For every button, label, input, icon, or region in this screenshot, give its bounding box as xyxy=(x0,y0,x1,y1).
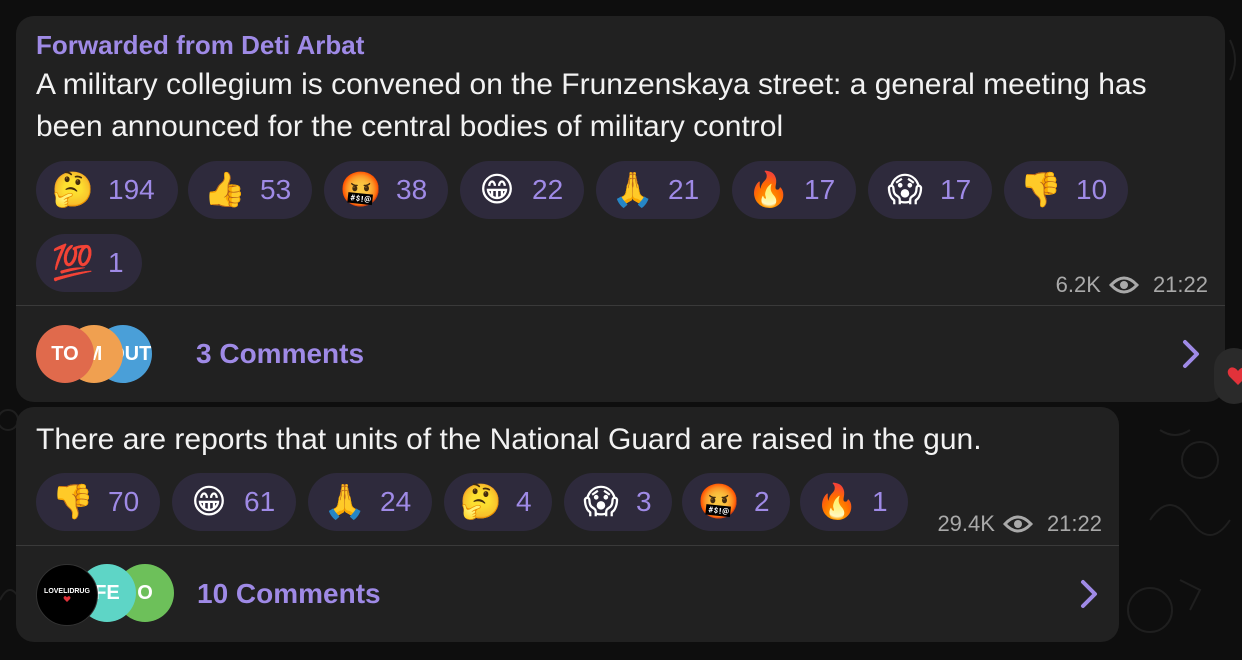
reaction-count: 17 xyxy=(940,174,972,205)
forwarded-from-label[interactable]: Forwarded from Deti Arbat xyxy=(36,30,364,61)
heart-icon xyxy=(1227,367,1242,385)
reaction-count: 4 xyxy=(516,486,532,517)
screaming-face-icon: 😱 xyxy=(583,482,619,522)
message-text: A military collegium is convened on the … xyxy=(36,68,1147,143)
reaction-count: 194 xyxy=(108,174,155,205)
message-time: 21:22 xyxy=(1046,511,1102,536)
heart-icon xyxy=(63,595,71,602)
reaction-count: 3 xyxy=(636,486,652,517)
thumbs-down-icon: 👎 xyxy=(1019,170,1063,210)
reaction-button[interactable]: 😁 22 xyxy=(460,161,584,219)
reaction-button[interactable]: 👍 53 xyxy=(188,161,312,219)
reaction-button[interactable]: 🤔 4 xyxy=(444,473,552,531)
avatar-initials: LOVELIDRUG xyxy=(44,587,90,595)
message-bubble-1[interactable]: Forwarded from Deti Arbat A military col… xyxy=(16,16,1225,402)
chevron-right-icon xyxy=(1183,340,1199,368)
reaction-count: 53 xyxy=(260,174,292,205)
reaction-button[interactable]: 🙏 24 xyxy=(308,473,432,531)
reaction-count: 10 xyxy=(1076,174,1108,205)
thumbs-up-icon: 👍 xyxy=(203,170,247,210)
reaction-count: 61 xyxy=(244,486,276,517)
reaction-count: 24 xyxy=(380,486,412,517)
reaction-count: 1 xyxy=(872,486,888,517)
reaction-button[interactable]: 💯 1 xyxy=(36,234,142,292)
reaction-count: 17 xyxy=(804,174,836,205)
reaction-button[interactable]: 🤬 38 xyxy=(324,161,448,219)
folded-hands-icon: 🙏 xyxy=(611,170,655,210)
reaction-button[interactable]: 🔥 1 xyxy=(800,473,908,531)
reaction-button[interactable]: 😱 17 xyxy=(868,161,992,219)
view-count: 29.4K xyxy=(937,511,995,536)
reaction-button[interactable]: 🔥 17 xyxy=(732,161,856,219)
avatar-initials: TO xyxy=(51,342,79,365)
screaming-face-icon: 😱 xyxy=(887,170,923,210)
fire-icon: 🔥 xyxy=(747,170,791,210)
grinning-face-icon: 😁 xyxy=(479,170,515,210)
chevron-right-icon xyxy=(1081,580,1097,608)
thinking-face-icon: 🤔 xyxy=(459,482,503,522)
reaction-button[interactable]: 👎 70 xyxy=(36,473,160,531)
cursing-face-icon: 🤬 xyxy=(697,482,741,522)
avatar-initials: O xyxy=(137,581,153,604)
view-count: 6.2K xyxy=(1055,272,1101,297)
reaction-button[interactable]: 🤔 194 xyxy=(36,161,178,219)
avatar: LOVELIDRUG xyxy=(36,564,98,626)
reaction-button[interactable]: 🤬 2 xyxy=(682,473,790,531)
heart-reaction-peek[interactable] xyxy=(1214,348,1242,404)
cursing-face-icon: 🤬 xyxy=(339,170,383,210)
reaction-button[interactable]: 🙏 21 xyxy=(596,161,720,219)
reaction-count: 21 xyxy=(668,174,700,205)
thumbs-down-icon: 👎 xyxy=(51,482,95,522)
reaction-button[interactable]: 👎 10 xyxy=(1004,161,1128,219)
thinking-face-icon: 🤔 xyxy=(51,170,95,210)
reaction-button[interactable]: 😱 3 xyxy=(564,473,672,531)
avatar-initials: FE xyxy=(94,581,120,604)
reaction-count: 38 xyxy=(396,174,428,205)
reaction-count: 1 xyxy=(108,247,124,278)
comments-button[interactable]: O FE LOVELIDRUG 10 Comments xyxy=(16,546,1119,642)
folded-hands-icon: 🙏 xyxy=(323,482,367,522)
eye-icon xyxy=(1108,276,1139,294)
reaction-count: 70 xyxy=(108,486,140,517)
grinning-face-icon: 😁 xyxy=(191,482,227,522)
comments-count-label: 10 Comments xyxy=(197,578,381,609)
hundred-points-icon: 💯 xyxy=(51,243,95,283)
avatar: TO xyxy=(36,325,94,383)
message-time: 21:22 xyxy=(1152,272,1208,297)
reaction-count: 2 xyxy=(754,486,770,517)
comments-count-label: 3 Comments xyxy=(196,338,365,369)
eye-icon xyxy=(1002,515,1033,533)
reaction-count: 22 xyxy=(532,174,564,205)
message-bubble-2[interactable]: There are reports that units of the Nati… xyxy=(16,407,1119,642)
message-meta: 29.4K 21:22 xyxy=(937,511,1102,537)
message-meta: 6.2K 21:22 xyxy=(1056,272,1208,298)
message-text: There are reports that units of the Nati… xyxy=(36,423,982,456)
reaction-button[interactable]: 😁 61 xyxy=(172,473,296,531)
comments-button[interactable]: BOUT M TO 3 Comments xyxy=(16,306,1225,402)
fire-icon: 🔥 xyxy=(815,482,859,522)
